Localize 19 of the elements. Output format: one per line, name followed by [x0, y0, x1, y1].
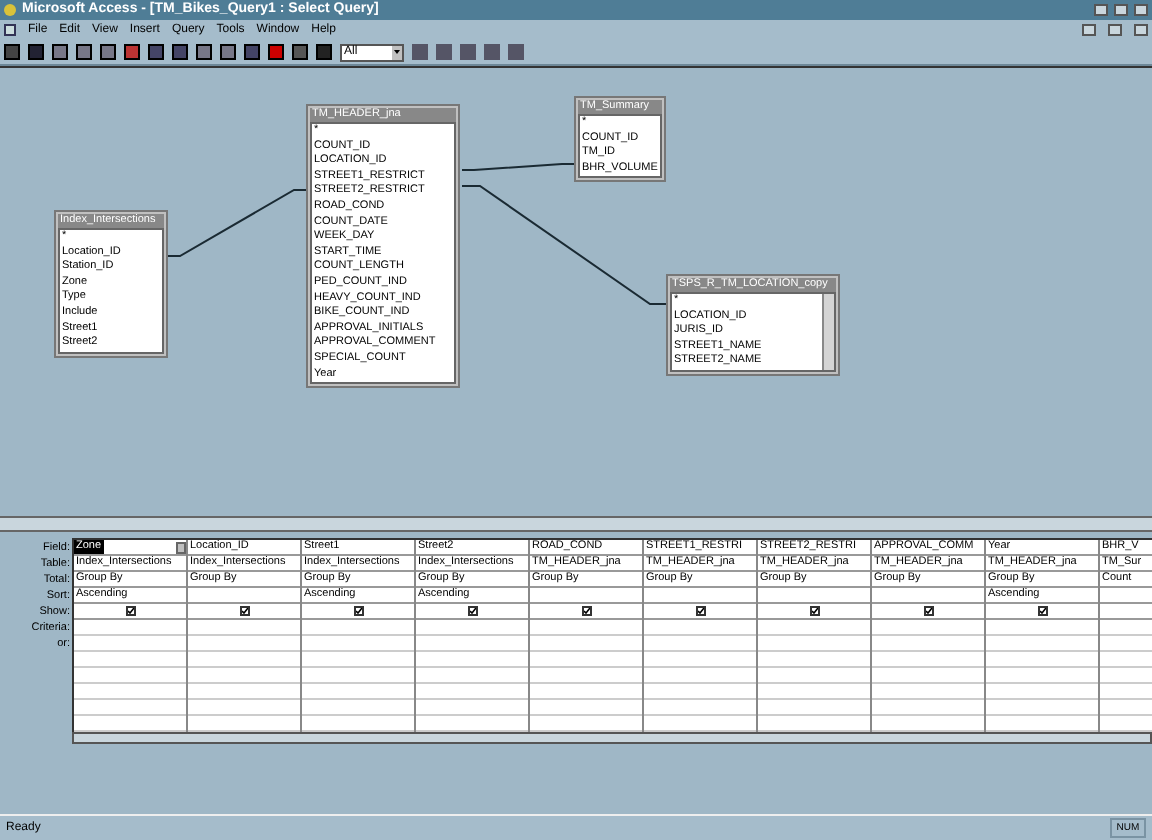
checkbox[interactable]: [353, 606, 363, 616]
checkbox[interactable]: [581, 606, 591, 616]
horizontal-scrollbar[interactable]: [72, 732, 1152, 744]
scrollbar[interactable]: [822, 294, 834, 370]
horizontal-scrollbar[interactable]: [0, 516, 1152, 532]
restore-button[interactable]: [1108, 24, 1122, 36]
checkbox[interactable]: [923, 606, 933, 616]
checkbox[interactable]: [125, 606, 135, 616]
checkbox[interactable]: [467, 606, 477, 616]
maximize-button[interactable]: [1114, 4, 1128, 16]
join-line: [167, 189, 307, 257]
document-icon[interactable]: [4, 24, 16, 36]
caret-icon: [392, 45, 402, 59]
checkbox[interactable]: [695, 606, 705, 616]
checkbox[interactable]: [239, 606, 249, 616]
checkbox[interactable]: [809, 606, 819, 616]
dropdown-button[interactable]: [176, 541, 186, 553]
join-line: [461, 163, 575, 171]
checkbox[interactable]: [1037, 606, 1047, 616]
